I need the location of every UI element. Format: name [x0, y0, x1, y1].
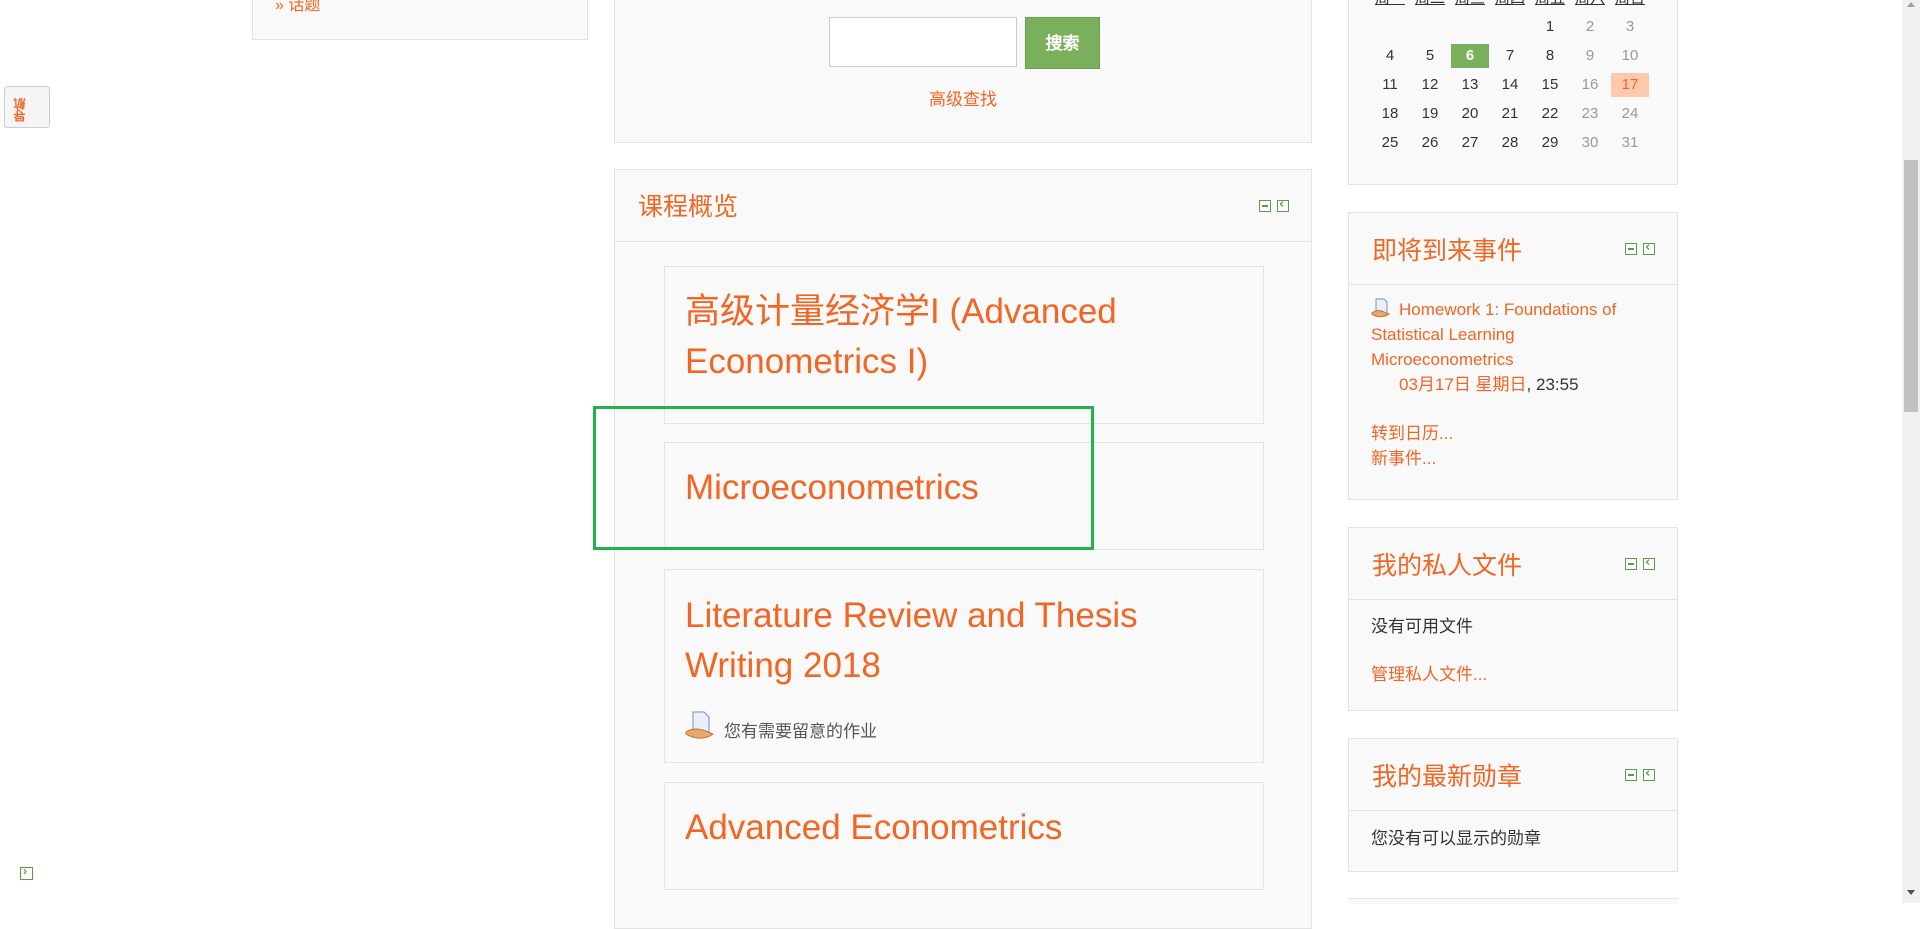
calendar-day[interactable]: 2 [1571, 15, 1609, 39]
event-title: Homework 1: Foundations of Statistical L… [1371, 300, 1617, 344]
event-link[interactable]: Homework 1: Foundations of Statistical L… [1371, 297, 1661, 372]
manage-files-link[interactable]: 管理私人文件... [1371, 660, 1487, 685]
badges-title: 我的最新勋章 [1372, 763, 1523, 791]
badges-block: 我的最新勋章 您没有可以显示的勋章 [1348, 738, 1678, 872]
calendar-day[interactable]: 9 [1571, 44, 1609, 68]
dock-icon[interactable] [1643, 240, 1655, 255]
no-files-text: 没有可用文件 [1371, 617, 1473, 636]
new-event-link[interactable]: 新事件... [1371, 444, 1436, 469]
calendar-day[interactable]: 6 [1451, 44, 1489, 68]
calendar-grid: 1 2 3 4 5 6 7 8 9 10 11 12 13 14 15 16 17 18 19 20 21 22 23 24 2… [1349, 15, 1679, 175]
assignment-notice: 您有需要留意的作业 [724, 722, 877, 741]
calendar-day[interactable]: 27 [1451, 131, 1489, 155]
calendar-day[interactable]: 7 [1491, 44, 1529, 68]
weekday-label: 周日 [1611, 0, 1649, 11]
upcoming-header: 即将到来事件 [1349, 213, 1677, 285]
course-title-link[interactable]: Literature Review and Thesis Writing 201… [685, 591, 1205, 691]
calendar-day[interactable]: 30 [1571, 131, 1609, 155]
calendar-day[interactable]: 26 [1411, 131, 1449, 155]
calendar-day[interactable]: 21 [1491, 102, 1529, 126]
next-block-edge [1348, 898, 1678, 904]
minimize-icon[interactable] [1625, 243, 1637, 255]
scrollbar-thumb[interactable] [1904, 160, 1918, 412]
weekday-label: 周五 [1531, 0, 1569, 11]
calendar-day[interactable]: 10 [1611, 44, 1649, 68]
highlight-box [593, 406, 1094, 550]
calendar-day[interactable]: 4 [1371, 44, 1409, 68]
badges-header: 我的最新勋章 [1349, 739, 1677, 811]
event-course: Microeconometrics [1371, 350, 1514, 369]
calendar-day[interactable]: 24 [1611, 102, 1649, 126]
calendar-day[interactable]: 22 [1531, 102, 1569, 126]
dock-icon[interactable] [1643, 766, 1655, 781]
weekday-label: 周一 [1371, 0, 1409, 11]
upcoming-events-block: 即将到来事件 Homework 1: Foundations of Statis… [1348, 212, 1678, 500]
upcoming-title: 即将到来事件 [1372, 237, 1523, 265]
calendar-day[interactable]: 1 [1531, 15, 1569, 39]
search-input[interactable] [829, 17, 1017, 67]
calendar-day[interactable]: 8 [1531, 44, 1569, 68]
calendar-day[interactable]: 23 [1571, 102, 1609, 126]
weekday-label: 周六 [1571, 0, 1609, 11]
calendar-day[interactable]: 18 [1371, 102, 1409, 126]
calendar-day[interactable]: 25 [1371, 131, 1409, 155]
course-card: Advanced Econometrics [664, 782, 1264, 890]
course-title-link[interactable]: Advanced Econometrics [685, 803, 1062, 853]
scroll-down-arrow[interactable] [1907, 890, 1915, 895]
calendar-day[interactable]: 15 [1531, 73, 1569, 97]
calendar-day[interactable]: 20 [1451, 102, 1489, 126]
dock-tab-label: 导航 [13, 98, 27, 122]
scroll-up-arrow[interactable] [1907, 2, 1915, 7]
search-button[interactable]: 搜索 [1025, 17, 1100, 69]
calendar-day[interactable]: 29 [1531, 131, 1569, 155]
calendar-day[interactable]: 17 [1611, 73, 1649, 97]
calendar-day[interactable]: 28 [1491, 131, 1529, 155]
weekday-label: 周三 [1451, 0, 1489, 11]
calendar-block: 周一 周二 周三 周四 周五 周六 周日 1234567891011121314… [1348, 0, 1678, 185]
dock-icon[interactable] [1277, 197, 1289, 212]
minimize-icon[interactable] [1625, 769, 1637, 781]
weekday-label: 周四 [1491, 0, 1529, 11]
dock-icon[interactable] [1643, 555, 1655, 570]
assignment-icon [685, 710, 715, 740]
course-overview-title: 课程概览 [638, 193, 739, 221]
private-files-header: 我的私人文件 [1349, 528, 1677, 600]
event-date-link[interactable]: 03月17日 星期日 [1399, 375, 1527, 394]
scrollbar[interactable] [1902, 0, 1920, 903]
advanced-search-link[interactable]: 高级查找 [929, 85, 997, 110]
calendar-day[interactable]: 13 [1451, 73, 1489, 97]
course-overview-header: 课程概览 [615, 170, 1311, 242]
minimize-icon[interactable] [1625, 558, 1637, 570]
calendar-day[interactable]: 3 [1611, 15, 1649, 39]
course-card: Literature Review and Thesis Writing 201… [664, 569, 1264, 763]
calendar-day[interactable]: 31 [1611, 131, 1649, 155]
minimize-icon[interactable] [1259, 200, 1271, 212]
goto-calendar-link[interactable]: 转到日历... [1371, 419, 1453, 444]
search-block: 搜索 高级查找 [614, 0, 1312, 143]
event-date-line: 03月17日 星期日, 23:55 [1399, 372, 1579, 397]
private-files-title: 我的私人文件 [1372, 552, 1523, 580]
calendar-day[interactable]: 19 [1411, 102, 1449, 126]
calendar-day[interactable]: 14 [1491, 73, 1529, 97]
private-files-block: 我的私人文件 没有可用文件 管理私人文件... [1348, 527, 1678, 711]
dock-tab[interactable]: 导航 [4, 86, 50, 128]
calendar-day[interactable]: 5 [1411, 44, 1449, 68]
left-block: » 话题 [252, 0, 588, 40]
course-card: 高级计量经济学I (Advanced Econometrics I) [664, 266, 1264, 424]
event-time: , 23:55 [1526, 375, 1579, 394]
no-badges-text: 您没有可以显示的勋章 [1371, 829, 1541, 848]
weekday-label: 周二 [1411, 0, 1449, 11]
calendar-day[interactable]: 12 [1411, 73, 1449, 97]
left-block-link[interactable]: » 话题 [275, 0, 320, 15]
calendar-day[interactable]: 16 [1571, 73, 1609, 97]
course-title-link[interactable]: 高级计量经济学I (Advanced Econometrics I) [685, 287, 1205, 387]
calendar-day[interactable]: 11 [1371, 73, 1409, 97]
show-blocks-icon[interactable]: › [20, 864, 33, 880]
calendar-weekday-header: 周一 周二 周三 周四 周五 周六 周日 [1349, 0, 1679, 7]
